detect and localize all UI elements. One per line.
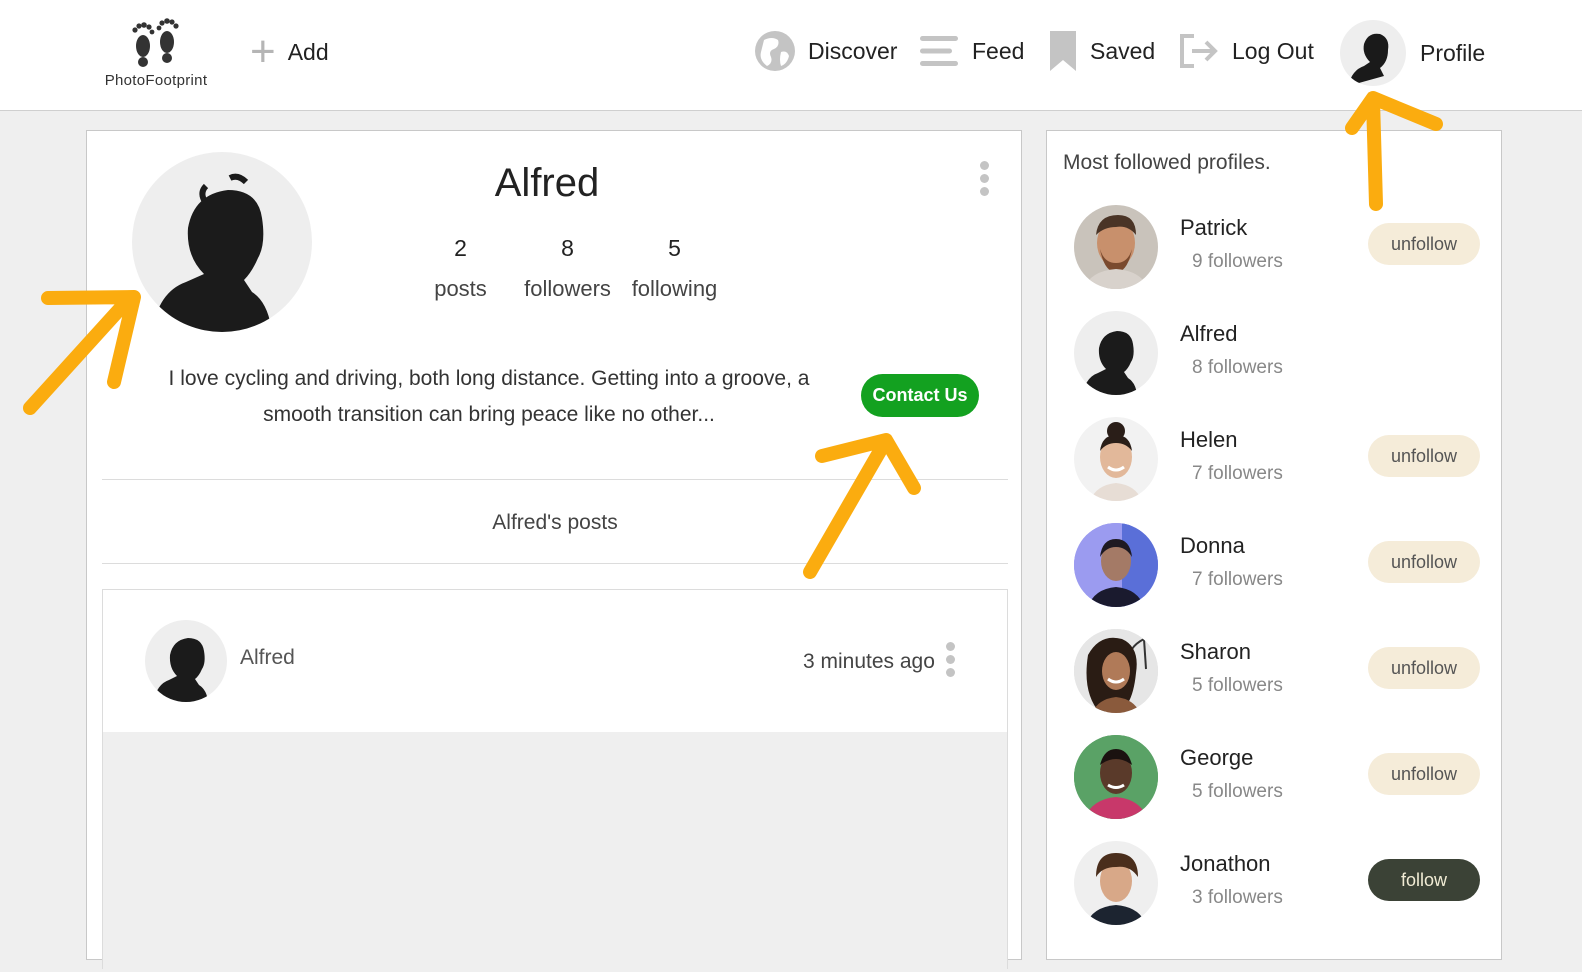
- feed-list-icon: [920, 36, 958, 66]
- follower-count: 7 followers: [1192, 463, 1283, 484]
- follower-count: 7 followers: [1192, 569, 1283, 590]
- follower-count: 9 followers: [1192, 251, 1283, 272]
- profile-name[interactable]: Patrick: [1180, 215, 1247, 241]
- contact-us-button[interactable]: Contact Us: [861, 374, 979, 417]
- stat-value: 5: [668, 235, 681, 261]
- post-author-name[interactable]: Alfred: [240, 646, 295, 670]
- profile-stats: 2 posts 8 followers 5 following: [407, 235, 728, 302]
- nav-profile[interactable]: Profile: [1340, 20, 1485, 86]
- plus-icon: +: [250, 27, 276, 76]
- footprints-icon: [132, 18, 179, 67]
- follower-count: 8 followers: [1192, 357, 1283, 378]
- nav-avatar: [1340, 20, 1406, 86]
- profile-avatar[interactable]: [1074, 735, 1158, 819]
- follow-button[interactable]: follow: [1368, 859, 1480, 901]
- profile-name[interactable]: Alfred: [1180, 321, 1237, 347]
- saved-label: Saved: [1090, 37, 1156, 64]
- follower-count: 5 followers: [1192, 781, 1283, 802]
- post-card: Alfred 3 minutes ago: [102, 589, 1008, 972]
- unfollow-button[interactable]: unfollow: [1368, 541, 1480, 583]
- profile-name[interactable]: Helen: [1180, 427, 1237, 453]
- stat-label: following: [631, 276, 718, 301]
- follower-count: 5 followers: [1192, 675, 1283, 696]
- list-item: Alfred 8 followers: [1065, 311, 1485, 395]
- posts-heading: Alfred's posts: [492, 511, 618, 534]
- discover-label: Discover: [808, 37, 898, 64]
- follower-count: 3 followers: [1192, 887, 1283, 908]
- nav-saved[interactable]: Saved: [1048, 28, 1155, 74]
- list-item: Jonathon 3 followers follow: [1065, 841, 1485, 925]
- profile-avatar[interactable]: [132, 152, 312, 332]
- nav-feed[interactable]: Feed: [918, 28, 1024, 74]
- post-author-avatar[interactable]: [145, 620, 227, 702]
- post-more-options-icon[interactable]: [946, 642, 956, 677]
- post-timestamp: 3 minutes ago: [803, 650, 935, 673]
- stat-label: posts: [434, 276, 487, 301]
- stat-value: 8: [561, 235, 574, 261]
- add-button[interactable]: + Add: [250, 27, 329, 76]
- list-item: Patrick 9 followers unfollow: [1065, 205, 1485, 289]
- logout-label: Log Out: [1232, 37, 1314, 64]
- logo[interactable]: PhotoFootprint: [95, 16, 217, 89]
- profile-avatar[interactable]: [1074, 311, 1158, 395]
- unfollow-button[interactable]: unfollow: [1368, 647, 1480, 689]
- profile-avatar[interactable]: [1074, 841, 1158, 925]
- profile-name[interactable]: George: [1180, 745, 1253, 771]
- profile-name[interactable]: Donna: [1180, 533, 1245, 559]
- add-label: Add: [287, 38, 329, 65]
- unfollow-button[interactable]: unfollow: [1368, 753, 1480, 795]
- profile-avatar[interactable]: [1074, 629, 1158, 713]
- list-item: Helen 7 followers unfollow: [1065, 417, 1485, 501]
- list-item: George 5 followers unfollow: [1065, 735, 1485, 819]
- profile-more-options-icon[interactable]: [980, 161, 990, 196]
- logo-text: PhotoFootprint: [104, 72, 208, 89]
- profile-avatar[interactable]: [1074, 205, 1158, 289]
- unfollow-button[interactable]: unfollow: [1368, 435, 1480, 477]
- profile-name[interactable]: Jonathon: [1180, 851, 1271, 877]
- stat-value: 2: [454, 235, 467, 261]
- list-item: Donna 7 followers unfollow: [1065, 523, 1485, 607]
- globe-icon: [755, 31, 795, 71]
- divider: [102, 563, 1008, 564]
- post-image[interactable]: [103, 732, 1007, 972]
- nav-discover[interactable]: Discover: [754, 28, 897, 74]
- bookmark-icon: [1050, 31, 1076, 71]
- stat-label: followers: [524, 276, 611, 301]
- profile-name[interactable]: Sharon: [1180, 639, 1251, 665]
- nav-logout[interactable]: Log Out: [1178, 28, 1314, 74]
- profile-card: Alfred 2 posts 8 followers 5 following I…: [86, 130, 1022, 972]
- logout-icon: [1180, 34, 1218, 68]
- profile-name: Alfred: [494, 161, 600, 205]
- profile-bio: I love cycling and driving, both long di…: [168, 367, 810, 426]
- stat-following[interactable]: 5 following: [621, 235, 728, 302]
- sidebar-title: Most followed profiles.: [1063, 151, 1271, 174]
- unfollow-button[interactable]: unfollow: [1368, 223, 1480, 265]
- stat-followers[interactable]: 8 followers: [514, 235, 621, 302]
- divider: [102, 479, 1008, 480]
- list-item: Sharon 5 followers unfollow: [1065, 629, 1485, 713]
- most-followed-sidebar: Most followed profiles. Patrick 9 follow…: [1046, 130, 1502, 960]
- profile-label: Profile: [1420, 39, 1486, 66]
- feed-label: Feed: [972, 37, 1025, 64]
- profile-avatar[interactable]: [1074, 523, 1158, 607]
- profile-avatar[interactable]: [1074, 417, 1158, 501]
- stat-posts[interactable]: 2 posts: [407, 235, 514, 302]
- top-navigation-bar: PhotoFootprint + Add Discover Feed Saved: [0, 0, 1582, 111]
